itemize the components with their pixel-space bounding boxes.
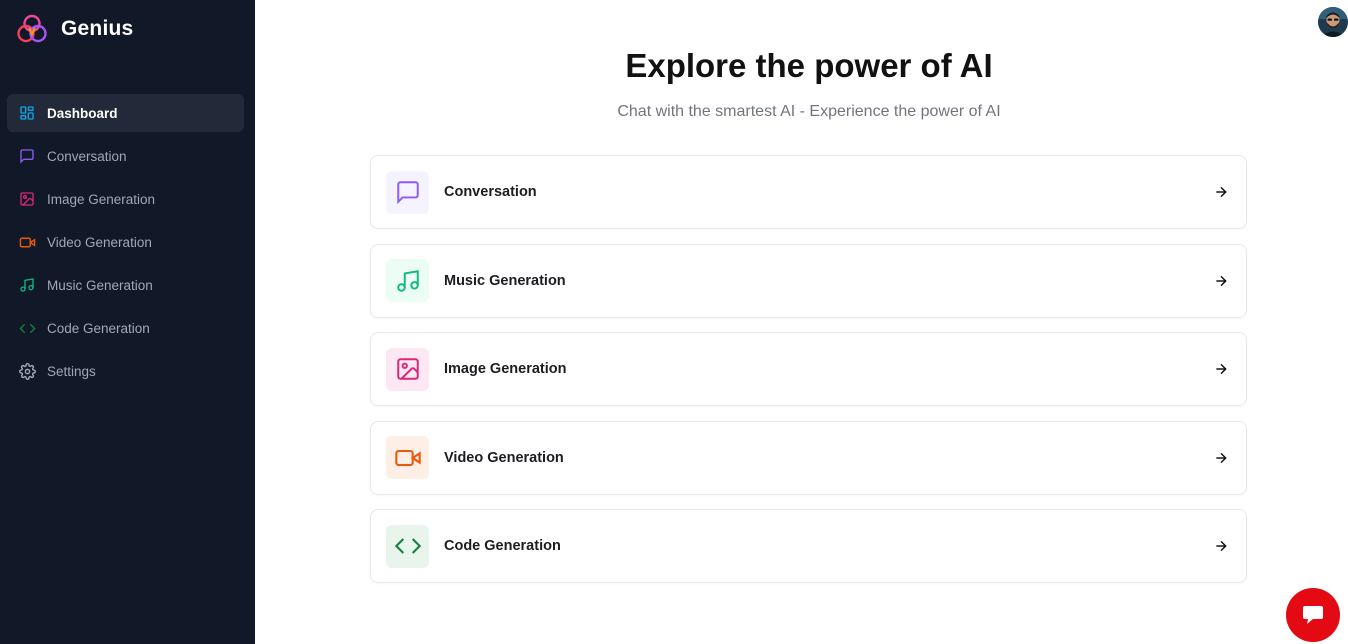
image-icon [18, 190, 36, 208]
page-subtitle: Chat with the smartest AI - Experience t… [617, 103, 1001, 120]
tool-card-music-generation[interactable]: Music Generation [370, 243, 1247, 318]
tools-list: Conversation Music Generation Image Gene… [370, 155, 1247, 598]
sidebar-item-code-generation[interactable]: Code Generation [7, 309, 244, 347]
message-square-icon [18, 147, 36, 165]
tool-label: Conversation [444, 184, 537, 200]
sidebar-item-conversation[interactable]: Conversation [7, 137, 244, 175]
sidebar-item-settings[interactable]: Settings [7, 352, 244, 390]
tool-icon-tile [386, 347, 429, 391]
video-icon [18, 233, 36, 251]
sidebar-item-music-generation[interactable]: Music Generation [7, 266, 244, 304]
support-chat-button[interactable] [1286, 588, 1340, 642]
user-avatar[interactable] [1318, 7, 1348, 37]
video-icon [394, 449, 421, 466]
image-icon [396, 358, 419, 380]
tool-label: Video Generation [444, 449, 564, 466]
layout-dashboard-icon [18, 104, 36, 122]
sidebar-item-video-generation[interactable]: Video Generation [7, 223, 244, 261]
tool-card-conversation[interactable]: Conversation [370, 155, 1247, 229]
arrow-right-icon [1216, 540, 1227, 552]
tool-icon-tile [386, 436, 429, 479]
sidebar-item-label: Settings [47, 363, 96, 379]
tool-card-video-generation[interactable]: Video Generation [370, 420, 1247, 495]
sidebar-item-label: Dashboard [47, 105, 118, 121]
arrow-right-icon [1216, 452, 1227, 463]
arrow-right-icon [1216, 363, 1227, 375]
arrow-right-icon [1216, 186, 1227, 198]
music-icon [18, 276, 36, 294]
sidebar-item-label: Code Generation [47, 320, 150, 336]
settings-icon [18, 362, 36, 380]
page-title: Explore the power of AI [625, 47, 993, 84]
code-icon [18, 319, 36, 337]
tool-label: Code Generation [444, 538, 561, 554]
tool-card-image-generation[interactable]: Image Generation [370, 332, 1247, 406]
sidebar-item-label: Music Generation [47, 277, 153, 293]
brand-name: Genius [61, 17, 134, 40]
tool-label: Image Generation [444, 361, 567, 377]
sidebar-item-image-generation[interactable]: Image Generation [7, 180, 244, 218]
tool-icon-tile [386, 524, 429, 568]
sidebar-nav: Dashboard Conversation Image Generation … [7, 94, 244, 395]
genius-logo-icon [17, 14, 47, 43]
chat-bubble-icon [1303, 606, 1323, 624]
music-icon [396, 269, 419, 292]
sidebar-item-label: Image Generation [47, 191, 156, 207]
arrow-right-icon [1216, 275, 1227, 286]
sidebar-item-dashboard[interactable]: Dashboard [7, 94, 244, 132]
code-icon [394, 538, 421, 554]
brand-link[interactable]: Genius [16, 14, 133, 44]
message-square-icon [396, 181, 419, 205]
tool-icon-tile [386, 259, 429, 302]
sidebar: Genius Dashboard Conversation Image Gene… [0, 0, 255, 644]
tool-label: Music Generation [444, 272, 566, 289]
tool-icon-tile [386, 170, 429, 214]
sidebar-item-label: Video Generation [47, 234, 152, 250]
sidebar-item-label: Conversation [47, 148, 127, 164]
tool-card-code-generation[interactable]: Code Generation [370, 509, 1247, 583]
